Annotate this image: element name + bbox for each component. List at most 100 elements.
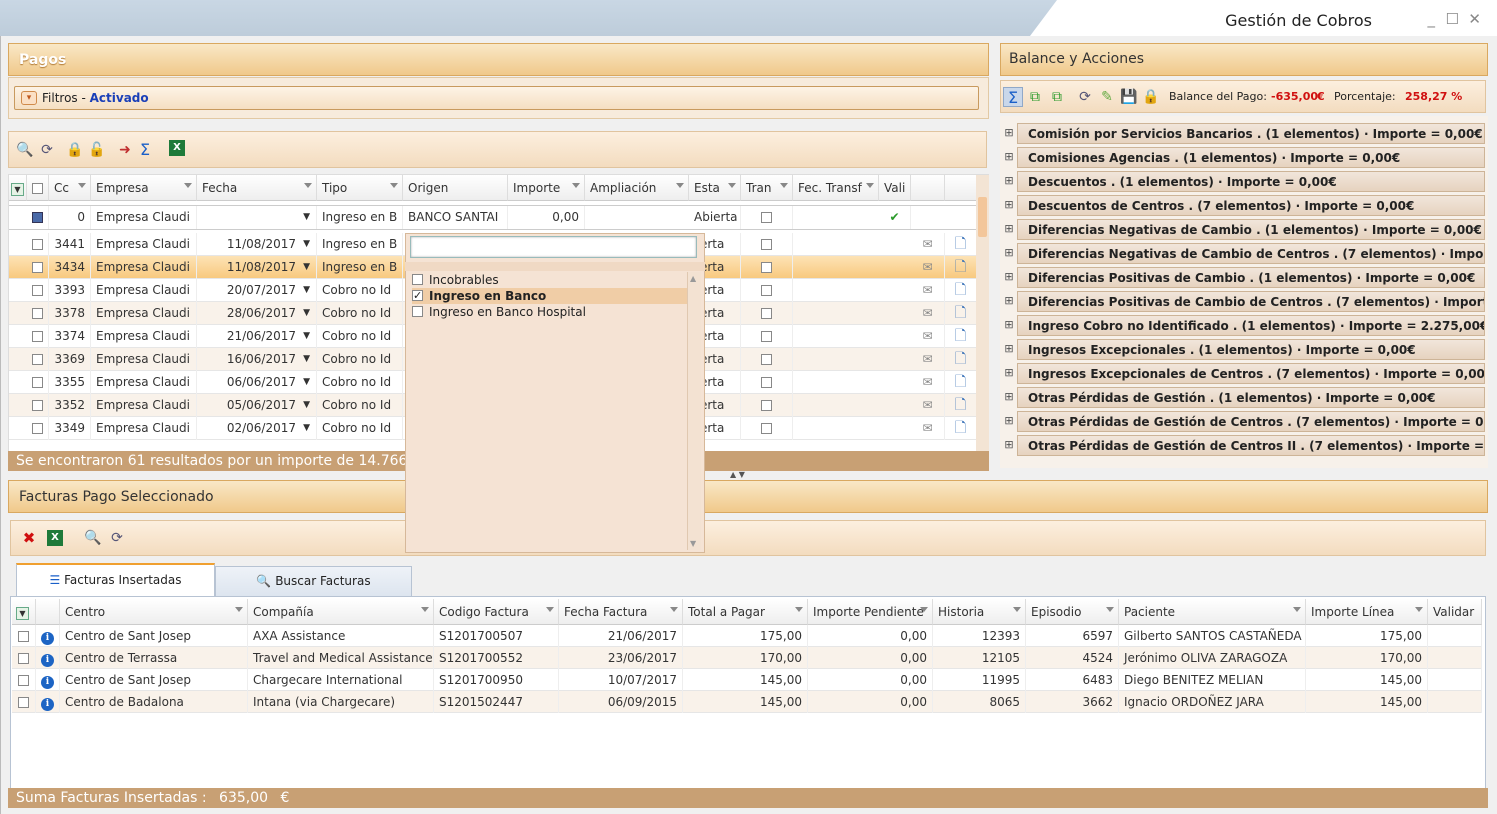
excel-icon[interactable]: X: [169, 140, 185, 156]
chevron-down-icon[interactable]: ▼: [303, 233, 310, 256]
transf-checkbox[interactable]: [741, 279, 793, 302]
fecha-cell[interactable]: 06/06/2017 ▼: [197, 371, 317, 394]
row-checkbox[interactable]: [27, 302, 49, 325]
info-icon[interactable]: i: [36, 669, 60, 691]
option-checkbox[interactable]: [412, 274, 423, 285]
transf-checkbox[interactable]: [741, 394, 793, 417]
tipo-cell[interactable]: Cobro no Id: [317, 417, 403, 440]
sum-icon[interactable]: Σ: [1003, 87, 1023, 107]
chevron-down-icon[interactable]: ▾: [21, 91, 37, 105]
expand-icon[interactable]: ⊞: [1004, 199, 1014, 210]
select-all-checkbox[interactable]: [27, 175, 49, 201]
export-arrow-icon[interactable]: ➜: [115, 140, 135, 160]
expand-icon[interactable]: ⊞: [1004, 391, 1014, 402]
cc-cell[interactable]: 3434: [49, 256, 91, 279]
validar-cell[interactable]: [1428, 625, 1482, 647]
col-importe-pendiente[interactable]: Importe Pendiente: [808, 599, 933, 625]
pagos-scrollbar[interactable]: [976, 175, 989, 451]
row-checkbox[interactable]: [27, 371, 49, 394]
balance-group[interactable]: Otras Pérdidas de Gestión . (1 elementos…: [1017, 387, 1485, 408]
table-row[interactable]: i Centro de Badalona Intana (via Chargec…: [12, 691, 1482, 713]
col-compania[interactable]: Compañía: [248, 599, 434, 625]
mail-icon[interactable]: ✉: [911, 348, 945, 371]
dropdown-search-input[interactable]: [410, 236, 697, 258]
balance-group[interactable]: Diferencias Negativas de Cambio de Centr…: [1017, 243, 1485, 264]
col-fecha[interactable]: Fecha: [197, 175, 317, 201]
row-checkbox[interactable]: [27, 256, 49, 279]
option-checkbox[interactable]: ✓: [412, 290, 423, 301]
filter-toggle-icon[interactable]: ▼: [12, 599, 36, 625]
new-row[interactable]: 0 Empresa Claudi ▼ Ingreso en B BANCO SA…: [9, 205, 977, 230]
empresa-cell[interactable]: Empresa Claudi: [91, 348, 197, 371]
col-transf[interactable]: Tran: [741, 175, 793, 201]
balance-group[interactable]: Comisiones Agencias . (1 elementos) · Im…: [1017, 147, 1485, 168]
dropdown-option[interactable]: Ingreso en Banco Hospital: [412, 304, 687, 320]
search-icon[interactable]: 🔍: [83, 528, 103, 548]
table-row[interactable]: i Centro de Sant Josep AXA Assistance S1…: [12, 625, 1482, 647]
cc-cell[interactable]: 0: [49, 206, 91, 229]
mail-icon[interactable]: ✉: [911, 256, 945, 279]
scroll-down-icon[interactable]: ▼: [690, 539, 696, 548]
balance-group[interactable]: Diferencias Positivas de Cambio de Centr…: [1017, 291, 1485, 312]
col-empresa[interactable]: Empresa: [91, 175, 197, 201]
document-icon[interactable]: 🗋: [945, 394, 977, 417]
transf-checkbox[interactable]: [741, 371, 793, 394]
dropdown-scrollbar[interactable]: ▲ ▼: [687, 272, 701, 550]
col-historia[interactable]: Historia: [933, 599, 1026, 625]
dropdown-option[interactable]: ✓ Ingreso en Banco: [412, 288, 687, 304]
cc-cell[interactable]: 3355: [49, 371, 91, 394]
col-estado[interactable]: Esta: [689, 175, 741, 201]
chevron-down-icon[interactable]: ▼: [303, 394, 310, 417]
balance-group[interactable]: Otras Pérdidas de Gestión de Centros . (…: [1017, 411, 1485, 432]
transf-checkbox[interactable]: [741, 348, 793, 371]
empresa-cell[interactable]: Empresa Claudi: [91, 256, 197, 279]
document-icon[interactable]: 🗋: [945, 348, 977, 371]
row-checkbox[interactable]: [12, 691, 36, 713]
refresh-icon[interactable]: ⟳: [107, 528, 127, 548]
cc-cell[interactable]: 3349: [49, 417, 91, 440]
dropdown-option[interactable]: Incobrables: [412, 272, 687, 288]
tipo-cell[interactable]: Ingreso en B: [317, 256, 403, 279]
chevron-down-icon[interactable]: ▼: [303, 325, 310, 348]
mail-icon[interactable]: ✉: [911, 233, 945, 256]
document-icon[interactable]: 🗋: [945, 279, 977, 302]
col-paciente[interactable]: Paciente: [1119, 599, 1306, 625]
delete-icon[interactable]: ✖: [19, 528, 39, 548]
col-fecha-factura[interactable]: Fecha Factura: [559, 599, 683, 625]
transf-checkbox[interactable]: [741, 206, 793, 229]
refresh-icon[interactable]: ⟳: [37, 140, 57, 160]
sum-icon[interactable]: Σ: [135, 140, 155, 160]
tab-facturas-insertadas[interactable]: ☰ Facturas Insertadas: [16, 563, 215, 596]
expand-icon[interactable]: ⊞: [1004, 295, 1014, 306]
col-importe[interactable]: Importe: [508, 175, 585, 201]
validar-cell[interactable]: [1428, 647, 1482, 669]
empresa-cell[interactable]: Empresa Claudi: [91, 417, 197, 440]
empresa-cell[interactable]: Empresa Claudi: [91, 371, 197, 394]
expand-icon[interactable]: ⊞: [1004, 127, 1014, 138]
balance-group[interactable]: Ingresos Excepcionales . (1 elementos) ·…: [1017, 339, 1485, 360]
tipo-cell[interactable]: Cobro no Id: [317, 394, 403, 417]
option-checkbox[interactable]: [412, 306, 423, 317]
row-checkbox[interactable]: [27, 325, 49, 348]
row-checkbox[interactable]: [27, 348, 49, 371]
row-checkbox[interactable]: [27, 417, 49, 440]
tipo-cell[interactable]: Cobro no Id: [317, 348, 403, 371]
mail-icon[interactable]: ✉: [911, 279, 945, 302]
cc-cell[interactable]: 3393: [49, 279, 91, 302]
fecha-cell[interactable]: 28/06/2017 ▼: [197, 302, 317, 325]
expand-icon[interactable]: ⊞: [1004, 247, 1014, 258]
empresa-cell[interactable]: Empresa Claudi: [91, 325, 197, 348]
balance-group[interactable]: Ingreso Cobro no Identificado . (1 eleme…: [1017, 315, 1485, 336]
minimize-icon[interactable]: _: [1428, 10, 1436, 28]
cc-cell[interactable]: 3441: [49, 233, 91, 256]
lock-icon[interactable]: 🔒: [65, 140, 85, 160]
cc-cell[interactable]: 3374: [49, 325, 91, 348]
fecha-cell[interactable]: 11/08/2017 ▼: [197, 233, 317, 256]
chevron-down-icon[interactable]: ▼: [303, 279, 310, 302]
close-icon[interactable]: ✕: [1468, 10, 1481, 28]
lock-icon[interactable]: 🔒: [1141, 87, 1161, 107]
document-icon[interactable]: 🗋: [945, 233, 977, 256]
expand-icon[interactable]: ⊞: [1004, 343, 1014, 354]
eraser-icon[interactable]: ✎: [1097, 87, 1117, 107]
chevron-down-icon[interactable]: ▼: [303, 417, 310, 440]
